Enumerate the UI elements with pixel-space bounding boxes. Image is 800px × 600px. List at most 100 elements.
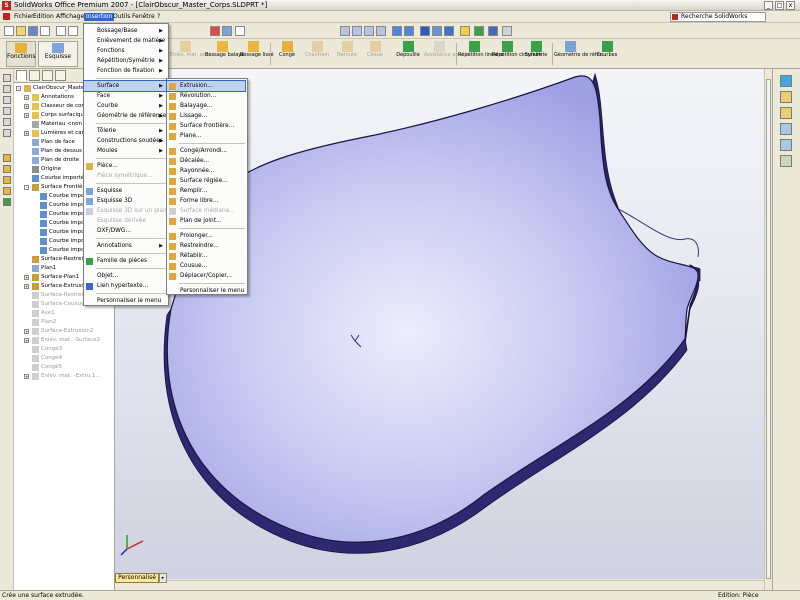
- configuration-manager-tab-icon[interactable]: [42, 70, 53, 81]
- menu-item[interactable]: Cousue...: [167, 261, 245, 271]
- menu-item[interactable]: Famille de pièces: [84, 256, 166, 266]
- menu-item[interactable]: Révolution...: [167, 91, 245, 101]
- menu-help[interactable]: ?: [155, 13, 162, 21]
- menu-item[interactable]: Congé/Arrondi...: [167, 146, 245, 156]
- menu-item[interactable]: Fonctions ▶: [84, 46, 166, 56]
- solidworks-resources-icon[interactable]: [780, 75, 792, 87]
- options-icon[interactable]: [222, 26, 232, 36]
- tree-expander-icon[interactable]: +: [24, 131, 29, 136]
- pan-icon[interactable]: [404, 26, 414, 36]
- menu-item[interactable]: Rétablir...: [167, 251, 245, 261]
- open-folder-icon[interactable]: [16, 26, 26, 36]
- pattern-icon[interactable]: [3, 198, 11, 206]
- vertical-scrollbar[interactable]: [764, 69, 772, 590]
- shaded-icon[interactable]: [420, 26, 430, 36]
- sketch-entity-icon[interactable]: [3, 85, 11, 93]
- appearance-icon[interactable]: [474, 26, 484, 36]
- menu-item[interactable]: Esquisse: [84, 186, 166, 196]
- view-tab-dropdown-button[interactable]: ▸: [159, 573, 167, 583]
- maximize-button[interactable]: □: [775, 1, 784, 10]
- view-cube-icon[interactable]: [488, 26, 498, 36]
- display-style-icon[interactable]: [502, 26, 512, 36]
- wireframe-icon[interactable]: [432, 26, 442, 36]
- tree-expander-icon[interactable]: +: [24, 104, 29, 109]
- menu-item[interactable]: Moules ▶: [84, 146, 166, 156]
- tree-item[interactable]: Plan2: [14, 318, 114, 327]
- rotate-view-icon[interactable]: [392, 26, 402, 36]
- undo-icon[interactable]: [56, 26, 66, 36]
- menu-item[interactable]: Prolonger...: [167, 231, 245, 241]
- select-icon[interactable]: [3, 74, 11, 82]
- menu-item[interactable]: Constructions soudées ▶: [84, 136, 166, 146]
- menu-item[interactable]: Bossage/Base ▶: [84, 26, 166, 36]
- horizontal-scrollbar[interactable]: [167, 580, 764, 590]
- tree-item[interactable]: Congé3: [14, 345, 114, 354]
- rectangle-icon[interactable]: [3, 107, 11, 115]
- menu-item[interactable]: Esquisse 3D sur un plan: [84, 206, 167, 216]
- menu-item[interactable]: Pièce...: [84, 161, 166, 171]
- loft-icon[interactable]: [3, 187, 11, 195]
- menu-item[interactable]: Fonction de fixation ▶: [84, 66, 166, 76]
- linear-pattern-button[interactable]: Répétition linéaire: [458, 41, 504, 67]
- menu-item[interactable]: Annotations ▶: [84, 241, 166, 251]
- new-document-icon[interactable]: [4, 26, 14, 36]
- print-icon[interactable]: [40, 26, 50, 36]
- menu-item[interactable]: Balayage...: [167, 101, 245, 111]
- zoom-in-out-icon[interactable]: [364, 26, 374, 36]
- design-library-icon[interactable]: [780, 91, 792, 103]
- tab-fonctions[interactable]: Fonctions: [6, 41, 36, 67]
- section-view-icon[interactable]: [460, 26, 470, 36]
- menu-item[interactable]: Forme libre...: [167, 196, 245, 206]
- shell-button[interactable]: Coque: [364, 41, 386, 67]
- search-results-icon[interactable]: [780, 123, 792, 135]
- menu-item[interactable]: Enlèvement de matière ▶: [84, 36, 166, 46]
- menu-item[interactable]: Courbe ▶: [84, 101, 166, 111]
- arc-icon[interactable]: [3, 129, 11, 137]
- scrollbar-thumb[interactable]: [766, 79, 771, 579]
- menu-item[interactable]: Géométrie de référence ▶: [84, 111, 166, 121]
- tree-expander-icon[interactable]: +: [24, 275, 29, 280]
- circular-pattern-button[interactable]: Répétition circulaire: [492, 41, 542, 67]
- menu-item[interactable]: Surface médiane...: [167, 206, 245, 216]
- menu-item[interactable]: DXF/DWG...: [84, 226, 166, 236]
- menu-item[interactable]: Restreindre...: [167, 241, 245, 251]
- tree-item[interactable]: + Surface-Extrusion2: [14, 327, 114, 336]
- tree-expander-icon[interactable]: -: [16, 86, 21, 91]
- view-orientation-icon[interactable]: [235, 26, 245, 36]
- cut-extrude-button[interactable]: Enlèv. mat. avec...: [170, 41, 216, 67]
- appearances-icon[interactable]: [780, 155, 792, 167]
- menu-item[interactable]: Face ▶: [84, 91, 166, 101]
- menu-item[interactable]: Plane...: [167, 131, 245, 141]
- menu-item[interactable]: Surface frontière...: [167, 121, 245, 131]
- menu-item[interactable]: Lissage...: [167, 111, 245, 121]
- rebuild-icon[interactable]: [210, 26, 220, 36]
- hidden-lines-icon[interactable]: [444, 26, 454, 36]
- swept-boss-button[interactable]: Bossage balayé: [205, 41, 244, 67]
- close-button[interactable]: x: [786, 1, 795, 10]
- lofted-boss-button[interactable]: Bossage lissé: [240, 41, 274, 67]
- zoom-selection-icon[interactable]: [376, 26, 386, 36]
- sweep-icon[interactable]: [3, 176, 11, 184]
- menu-item[interactable]: Objet...: [84, 271, 166, 281]
- menu-item[interactable]: Déplacer/Copier...: [167, 271, 245, 281]
- mirror-button[interactable]: Symétrie: [524, 41, 548, 67]
- menu-item[interactable]: Personnaliser le menu: [84, 296, 166, 306]
- property-manager-tab-icon[interactable]: [29, 70, 40, 81]
- feature-tree-tab-icon[interactable]: [16, 70, 27, 81]
- menu-item[interactable]: Pièce symétrique...: [84, 171, 166, 181]
- menu-item[interactable]: Plan de joint...: [167, 216, 245, 226]
- tab-esquisse[interactable]: Esquisse: [38, 41, 78, 67]
- menu-item[interactable]: Tôlerie ▶: [84, 126, 166, 136]
- redo-icon[interactable]: [68, 26, 78, 36]
- menu-item[interactable]: Rayonnée...: [167, 166, 245, 176]
- dimxpert-tab-icon[interactable]: [55, 70, 66, 81]
- tree-expander-icon[interactable]: +: [24, 113, 29, 118]
- tree-expander-icon[interactable]: -: [24, 185, 29, 190]
- tree-item[interactable]: + Enlèv. mat. -Surface2: [14, 336, 114, 345]
- tree-item[interactable]: Congé5: [14, 363, 114, 372]
- menu-item[interactable]: Répétition/Symétrie ▶: [84, 56, 166, 66]
- curves-button[interactable]: Courbes: [592, 41, 622, 67]
- menu-item[interactable]: Lien hypertexte...: [84, 281, 166, 291]
- zoom-area-icon[interactable]: [352, 26, 362, 36]
- menu-item[interactable]: Personnaliser le menu: [167, 286, 245, 296]
